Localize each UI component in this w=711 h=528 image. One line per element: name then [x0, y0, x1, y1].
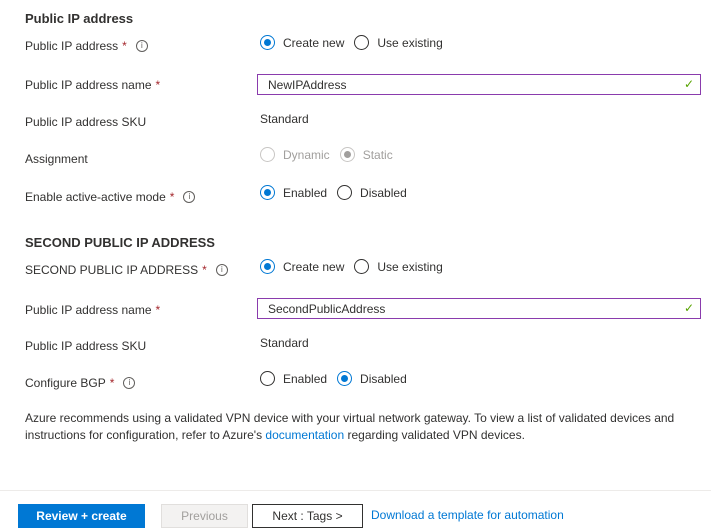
assignment-label: Assignment [25, 152, 88, 166]
check-icon: ✓ [683, 301, 694, 315]
info-icon[interactable]: i [215, 264, 228, 276]
second-ip-sku-label: Public IP address SKU [25, 339, 147, 353]
bgp-radio-group: Enabled Disabled [260, 371, 417, 386]
radio-dynamic-label: Dynamic [283, 147, 330, 162]
radio-disabled-label[interactable]: Disabled [360, 372, 407, 386]
section-title-public-ip: Public IP address [25, 11, 134, 26]
required-marker: * [169, 190, 175, 204]
second-ip-label-text: SECOND PUBLIC IP ADDRESS [25, 263, 199, 277]
radio-static-label: Static [362, 147, 393, 162]
radio-use-existing[interactable]: Use existing [354, 259, 443, 274]
radio-dynamic: Dynamic [260, 147, 330, 162]
info-icon[interactable]: i [123, 377, 136, 389]
bgp-label: Configure BGP * i [25, 376, 136, 390]
radio-use-existing-label[interactable]: Use existing [377, 36, 442, 50]
radio-unselected-icon[interactable] [337, 185, 353, 200]
section-title-second-ip: SECOND PUBLIC IP ADDRESS [25, 235, 215, 250]
radio-enabled-label[interactable]: Enabled [283, 372, 327, 386]
active-active-label-text: Enable active-active mode [25, 190, 166, 204]
documentation-link[interactable]: documentation [265, 428, 344, 442]
assignment-radio-group: Dynamic Static [260, 147, 403, 162]
second-ip-name-input[interactable]: SecondPublicAddress ✓ [257, 298, 701, 319]
radio-unselected-icon[interactable] [260, 371, 275, 386]
radio-create-new-label[interactable]: Create new [283, 260, 344, 274]
review-create-button[interactable]: Review + create [18, 504, 145, 528]
radio-unselected-icon[interactable] [354, 259, 370, 274]
public-ip-label: Public IP address * i [25, 39, 148, 53]
vpn-device-note: Azure recommends using a validated VPN d… [25, 410, 700, 444]
radio-disabled[interactable]: Disabled [337, 185, 407, 200]
previous-button: Previous [161, 504, 248, 528]
required-marker: * [109, 376, 115, 390]
radio-disabled[interactable]: Disabled [337, 371, 407, 386]
required-marker: * [155, 303, 161, 317]
ip-name-label-text: Public IP address name [25, 78, 152, 92]
radio-selected-icon[interactable] [260, 185, 275, 200]
second-ip-radio-group: Create new Use existing [260, 259, 453, 274]
radio-enabled[interactable]: Enabled [260, 185, 327, 200]
second-ip-name-label-text: Public IP address name [25, 303, 152, 317]
info-icon[interactable]: i [183, 191, 196, 203]
ip-sku-value: Standard [260, 112, 309, 126]
radio-unselected-icon [260, 147, 275, 162]
second-ip-name-value[interactable]: SecondPublicAddress [268, 302, 385, 316]
radio-create-new[interactable]: Create new [260, 35, 344, 50]
bgp-label-text: Configure BGP [25, 376, 106, 390]
required-marker: * [122, 39, 127, 53]
second-ip-name-label: Public IP address name * [25, 303, 160, 317]
radio-selected-icon [339, 147, 355, 162]
radio-use-existing-label[interactable]: Use existing [377, 260, 442, 274]
radio-selected-icon[interactable] [260, 35, 275, 50]
active-active-radio-group: Enabled Disabled [260, 185, 417, 200]
footer-divider [0, 490, 711, 491]
ip-name-value[interactable]: NewIPAddress [268, 78, 346, 92]
info-icon[interactable]: i [135, 40, 148, 52]
download-template-link[interactable]: Download a template for automation [371, 508, 564, 522]
radio-unselected-icon[interactable] [354, 35, 370, 50]
ip-name-input[interactable]: NewIPAddress ✓ [257, 74, 701, 95]
radio-use-existing[interactable]: Use existing [354, 35, 443, 50]
ip-sku-label: Public IP address SKU [25, 115, 147, 129]
required-marker: * [155, 78, 161, 92]
radio-static: Static [339, 147, 393, 162]
ip-name-label: Public IP address name * [25, 78, 160, 92]
active-active-label: Enable active-active mode * i [25, 190, 196, 204]
check-icon: ✓ [683, 77, 694, 91]
radio-selected-icon[interactable] [260, 259, 275, 274]
second-ip-sku-value: Standard [260, 336, 309, 350]
radio-disabled-label[interactable]: Disabled [360, 186, 407, 200]
public-ip-label-text: Public IP address [25, 39, 119, 53]
radio-enabled[interactable]: Enabled [260, 371, 327, 386]
second-ip-label: SECOND PUBLIC IP ADDRESS * i [25, 263, 228, 277]
required-marker: * [202, 263, 207, 277]
radio-selected-icon[interactable] [337, 371, 353, 386]
note-text-after: regarding validated VPN devices. [344, 428, 525, 442]
public-ip-radio-group: Create new Use existing [260, 35, 453, 50]
radio-create-new[interactable]: Create new [260, 259, 344, 274]
next-tags-button[interactable]: Next : Tags > [252, 504, 363, 528]
radio-create-new-label[interactable]: Create new [283, 36, 344, 50]
radio-enabled-label[interactable]: Enabled [283, 186, 327, 200]
